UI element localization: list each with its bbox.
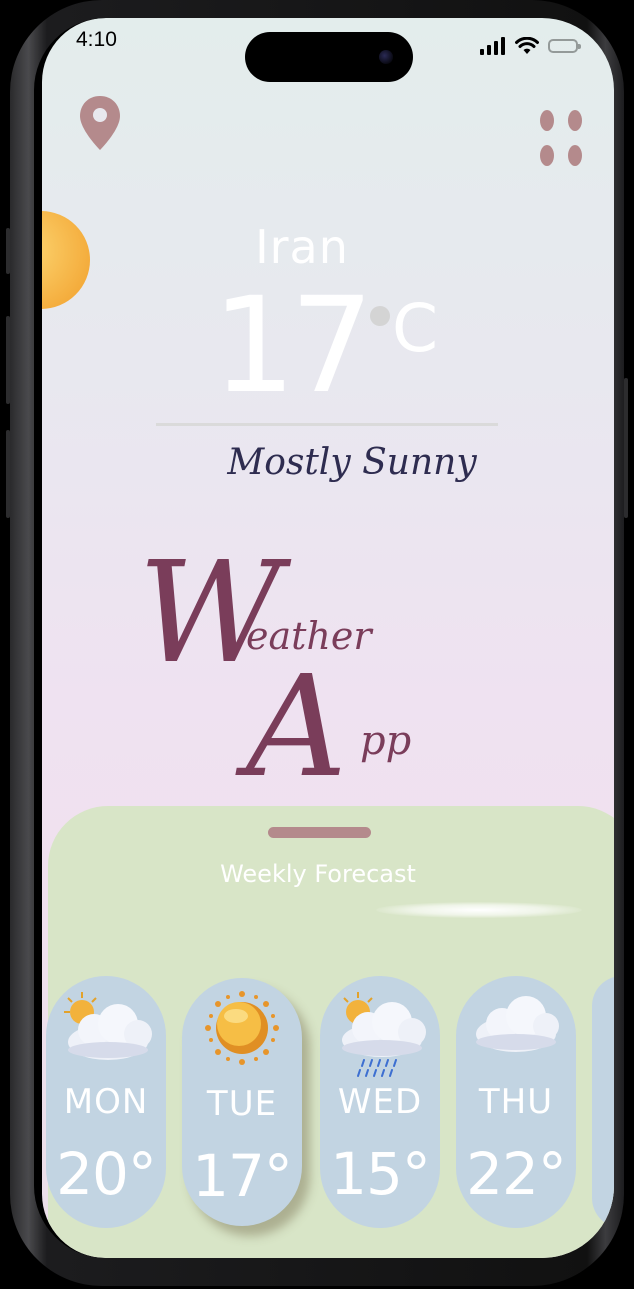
rain-icon — [342, 992, 426, 1077]
sun-icon — [205, 991, 279, 1065]
degree-symbol — [370, 306, 390, 326]
location-pin-icon[interactable] — [78, 94, 122, 152]
signal-icon — [480, 37, 505, 55]
screen: 4:10 Iran 17 C Mostly Sunny W eather A p… — [42, 18, 614, 1258]
app-title: W eather A pp — [138, 532, 478, 816]
status-bar: 4:10 — [42, 18, 614, 82]
status-time: 4:10 — [76, 28, 117, 51]
temperature-unit: C — [392, 290, 439, 367]
forecast-day: THU — [478, 1082, 554, 1122]
cloud-icon — [476, 996, 559, 1052]
weather-condition: Mostly Sunny — [227, 442, 477, 483]
camera-icon — [379, 50, 393, 64]
dynamic-island — [245, 32, 413, 82]
forecast-sheet[interactable]: Weekly Forecast MON 20° TUE 17° WED 15° … — [46, 806, 614, 1258]
glow-decoration — [376, 902, 582, 918]
location-name: Iran — [255, 220, 349, 274]
current-temperature: 17 C — [212, 276, 472, 416]
forecast-temp: 22° — [466, 1140, 567, 1208]
menu-grid-icon[interactable] — [540, 110, 584, 166]
divider — [156, 423, 498, 426]
volume-up-button — [6, 316, 10, 404]
action-button — [6, 228, 10, 274]
volume-down-button — [6, 430, 10, 518]
forecast-title: Weekly Forecast — [220, 860, 416, 888]
forecast-temp: 15° — [330, 1140, 431, 1208]
forecast-card-wed[interactable]: WED 15° — [320, 976, 440, 1228]
partly-cloudy-icon — [64, 992, 152, 1060]
forecast-card-mon[interactable]: MON 20° — [46, 976, 166, 1228]
title-initial-a: A — [246, 646, 348, 809]
title-word-app: pp — [360, 718, 412, 764]
power-button — [624, 378, 628, 518]
forecast-card-next[interactable] — [592, 976, 614, 1228]
wifi-icon — [515, 37, 539, 54]
phone-frame: 4:10 Iran 17 C Mostly Sunny W eather A p… — [6, 0, 628, 1286]
forecast-day: WED — [337, 1082, 423, 1122]
bezel: 4:10 Iran 17 C Mostly Sunny W eather A p… — [34, 18, 614, 1258]
battery-icon — [548, 39, 581, 53]
forecast-card-thu[interactable]: THU 22° — [456, 976, 576, 1228]
status-icons — [480, 36, 581, 56]
forecast-temp: 17° — [192, 1142, 293, 1210]
sheet-handle[interactable] — [268, 827, 371, 838]
forecast-day: TUE — [206, 1084, 278, 1124]
forecast-temp: 20° — [56, 1140, 157, 1208]
forecast-day: MON — [63, 1082, 149, 1122]
forecast-card-tue[interactable]: TUE 17° — [182, 978, 302, 1226]
temperature-value: 17 — [212, 269, 374, 423]
